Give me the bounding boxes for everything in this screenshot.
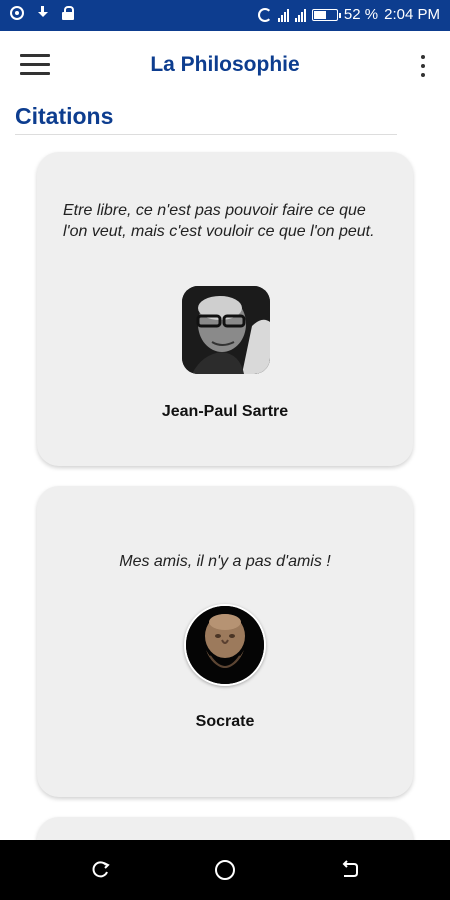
socrate-portrait [184, 604, 266, 686]
notification-icons [10, 6, 74, 20]
quote-author: Jean-Paul Sartre [161, 403, 289, 420]
recent-apps-icon[interactable] [91, 860, 111, 880]
signal-icon [277, 8, 289, 22]
quote-text: Mes amis, il n'y a pas d'amis ! [119, 553, 331, 570]
download-icon [36, 6, 50, 20]
home-icon[interactable] [215, 860, 235, 880]
section-divider [15, 134, 397, 135]
battery-icon [311, 8, 341, 21]
quote-card-socrate[interactable]: Mes amis, il n'y a pas d'amis ! Socrate [37, 486, 413, 797]
quote-text: Etre libre, ce n'est pas pouvoir faire c… [63, 202, 375, 240]
section-title: Citations [15, 103, 114, 129]
record-icon [10, 6, 24, 20]
battery-percent: 52 % [343, 6, 379, 23]
app-bar: La Philosophie [0, 31, 450, 103]
system-status: 52 % 2:04 PM [257, 6, 440, 23]
navigation-bar [0, 840, 450, 900]
quote-author: Socrate [195, 713, 255, 730]
signal-icon [294, 8, 306, 22]
more-vert-icon[interactable] [418, 53, 428, 79]
clock: 2:04 PM [384, 6, 440, 23]
status-bar: 52 % 2:04 PM [0, 0, 450, 31]
app-title: La Philosophie [150, 53, 300, 76]
nfc-icon [257, 7, 272, 22]
sartre-portrait [182, 286, 270, 374]
quote-card-sartre[interactable]: Etre libre, ce n'est pas pouvoir faire c… [37, 152, 413, 466]
lock-icon [62, 6, 74, 20]
back-icon[interactable] [340, 860, 360, 880]
